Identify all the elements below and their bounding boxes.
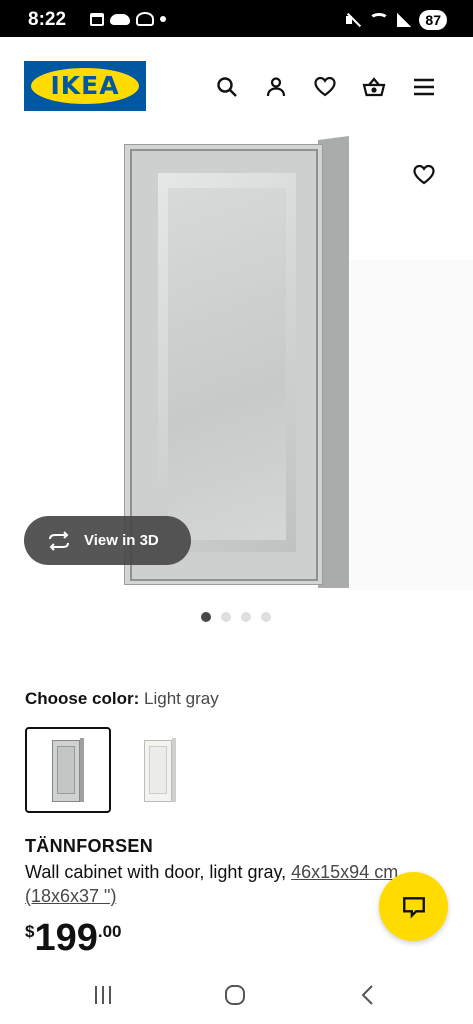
rotate-3d-icon <box>49 530 69 551</box>
heart-icon[interactable] <box>312 74 338 100</box>
choose-color-title: Choose color: <box>25 689 140 708</box>
site-header: IKEA <box>0 37 473 132</box>
ikea-logo[interactable]: IKEA <box>24 61 146 111</box>
recent-apps-icon[interactable] <box>92 984 114 1006</box>
price-currency: $ <box>25 922 35 941</box>
chat-button[interactable] <box>379 872 448 941</box>
battery-indicator: 87 <box>419 10 447 30</box>
choose-color-label: Choose color: Light gray <box>25 689 219 709</box>
mute-icon <box>345 12 361 28</box>
gallery-dot[interactable] <box>261 612 271 622</box>
color-option-white[interactable] <box>117 727 203 813</box>
gallery-pagination <box>201 612 271 622</box>
gallery-dot[interactable] <box>221 612 231 622</box>
system-navigation-bar <box>0 964 473 1024</box>
home-icon[interactable] <box>224 984 246 1006</box>
view-in-3d-label: View in 3D <box>84 532 159 549</box>
calendar-icon <box>90 12 104 26</box>
search-icon[interactable] <box>214 74 240 100</box>
light-gray-cabinet-thumbnail <box>52 738 84 802</box>
cloud-icon <box>110 13 130 25</box>
logo-text: IKEA <box>50 71 120 100</box>
wifi-icon <box>369 13 390 27</box>
product-name: TÄNNFORSEN <box>25 836 153 856</box>
color-option-light-gray[interactable] <box>25 727 111 813</box>
price-decimal: .00 <box>97 922 122 941</box>
more-notifications-dot-icon <box>160 16 166 22</box>
basket-icon[interactable] <box>361 74 387 100</box>
back-icon[interactable] <box>358 984 380 1006</box>
gallery-dot[interactable] <box>201 612 211 622</box>
menu-icon[interactable] <box>411 74 437 100</box>
product-description-text: Wall cabinet with door, light gray, <box>25 862 287 882</box>
status-time: 8:22 <box>28 9 67 30</box>
product-description: Wall cabinet with door, light gray, 46x1… <box>25 860 425 908</box>
add-to-favorites-heart-icon[interactable] <box>411 162 437 188</box>
account-icon[interactable] <box>263 74 289 100</box>
price-integer: 199 <box>34 917 98 959</box>
white-cabinet-thumbnail <box>144 738 176 802</box>
product-image-gallery[interactable]: View in 3D <box>0 132 473 600</box>
notification-icon <box>136 12 154 26</box>
gallery-dot[interactable] <box>241 612 251 622</box>
product-price: $ 199 .00 <box>25 918 122 958</box>
selected-color-value: Light gray <box>144 689 219 708</box>
status-bar: 8:22 87 <box>0 0 473 37</box>
view-in-3d-button[interactable]: View in 3D <box>24 516 191 565</box>
chat-icon <box>402 896 425 919</box>
signal-icon <box>397 13 412 27</box>
